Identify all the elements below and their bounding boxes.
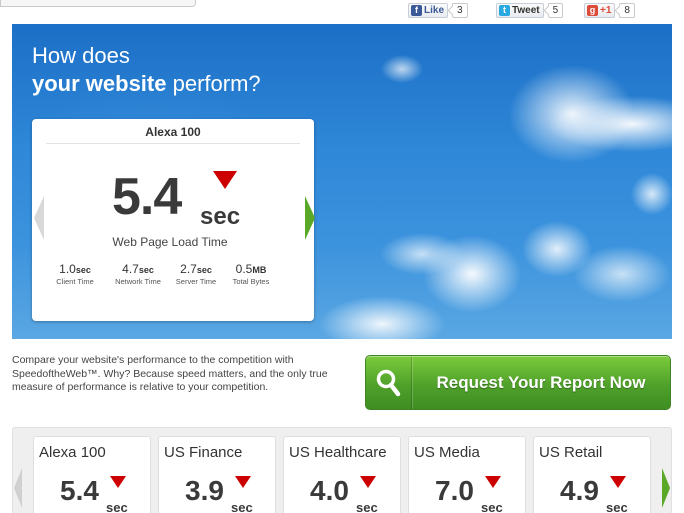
carousel-next-arrow-icon[interactable] [305, 196, 315, 240]
benchmark-tile[interactable]: US Healthcare 4.0 sec [283, 436, 401, 513]
tile-unit: sec [231, 500, 253, 513]
tweet-widget: t Tweet 5 [496, 2, 564, 18]
trend-down-icon [610, 476, 626, 488]
tile-value: 5.4 [60, 475, 99, 506]
facebook-like-button[interactable]: f Like [408, 2, 449, 18]
facebook-like-label: Like [424, 4, 445, 16]
stat-label: Client Time [56, 277, 94, 286]
hero-title-rest: perform? [166, 71, 261, 96]
trend-down-icon [110, 476, 126, 488]
tile-title: US Media [414, 444, 480, 461]
stat-value: 2.7 [180, 262, 197, 276]
request-report-label: Request Your Report Now [436, 372, 646, 392]
hero-title-bold: your website [32, 71, 167, 96]
tile-value: 3.9 [185, 475, 224, 506]
stat-network-time: 4.7sec Network Time [108, 262, 168, 286]
trend-down-icon [360, 476, 376, 488]
trend-down-icon [235, 476, 251, 488]
trend-down-icon [213, 171, 237, 189]
stat-label: Server Time [175, 277, 217, 286]
tweet-button[interactable]: t Tweet [496, 2, 544, 18]
tile-title: US Finance [164, 444, 243, 461]
stat-value: 4.7 [122, 262, 139, 276]
stat-client-time: 1.0sec Client Time [50, 262, 100, 286]
carousel-bottom-prev-arrow-icon[interactable] [14, 468, 22, 508]
tile-title: US Healthcare [289, 444, 387, 461]
google-plusone-button[interactable]: g +1 [584, 2, 616, 18]
magnifier-icon [366, 356, 412, 409]
tweet-count: 5 [547, 2, 564, 18]
benchmark-tile[interactable]: Alexa 100 5.4 sec [33, 436, 151, 513]
stat-unit: MB [252, 265, 267, 275]
stat-label: Total Bytes [232, 277, 270, 286]
tile-unit: sec [481, 500, 503, 513]
stat-unit: sec [75, 265, 91, 275]
page: f Like 3 t Tweet 5 g +1 8 How does your … [0, 0, 684, 513]
tweet-label: Tweet [512, 4, 540, 16]
stat-server-time: 2.7sec Server Time [168, 262, 224, 286]
stat-unit: sec [196, 265, 212, 275]
hero-title: How does your website perform? [32, 42, 261, 98]
twitter-bird-icon: t [499, 4, 510, 16]
tile-value: 4.9 [560, 475, 599, 506]
facebook-like-count: 3 [452, 2, 468, 18]
tile-unit: sec [356, 500, 378, 513]
stat-value: 0.5 [235, 262, 253, 276]
hero-banner: How does your website perform? Alexa 100… [12, 24, 672, 339]
stat-label: Network Time [115, 277, 161, 286]
google-plusone-label: +1 [600, 4, 612, 16]
load-time-value: 5.4 [112, 168, 182, 226]
benchmark-tile[interactable]: US Media 7.0 sec [408, 436, 526, 513]
google-plusone-widget: g +1 8 [584, 2, 635, 18]
facebook-like-widget: f Like 3 [408, 2, 468, 18]
carousel-bottom-next-arrow-icon[interactable] [662, 468, 670, 508]
benchmark-card: Alexa 100 5.4 sec Web Page Load Time 1.0… [32, 119, 314, 321]
hero-title-line1: How does [32, 43, 130, 68]
load-time-label: Web Page Load Time [112, 235, 228, 249]
google-plus-icon: g [587, 4, 598, 16]
stat-value: 1.0 [59, 262, 76, 276]
promo-description: Compare your website's performance to th… [12, 354, 328, 393]
carousel-prev-arrow-icon[interactable] [34, 196, 44, 240]
tile-title: Alexa 100 [39, 444, 106, 461]
trend-down-icon [485, 476, 501, 488]
top-tab[interactable] [0, 0, 196, 7]
hero-title-line2: your website perform? [32, 70, 261, 98]
benchmark-tile[interactable]: US Finance 3.9 sec [158, 436, 276, 513]
card-title: Alexa 100 [145, 125, 201, 139]
tile-unit: sec [606, 500, 628, 513]
stat-unit: sec [138, 265, 154, 275]
stat-total-bytes: 0.5MB Total Bytes [226, 262, 276, 286]
tile-value: 7.0 [435, 475, 474, 506]
tile-value: 4.0 [310, 475, 349, 506]
card-divider [46, 143, 300, 144]
facebook-icon: f [411, 4, 422, 16]
benchmark-tile[interactable]: US Retail 4.9 sec [533, 436, 651, 513]
tile-title: US Retail [539, 444, 603, 461]
google-plusone-count: 8 [619, 2, 635, 18]
tile-unit: sec [106, 500, 128, 513]
load-time-unit: sec [200, 203, 241, 230]
request-report-button[interactable]: Request Your Report Now [365, 355, 671, 410]
